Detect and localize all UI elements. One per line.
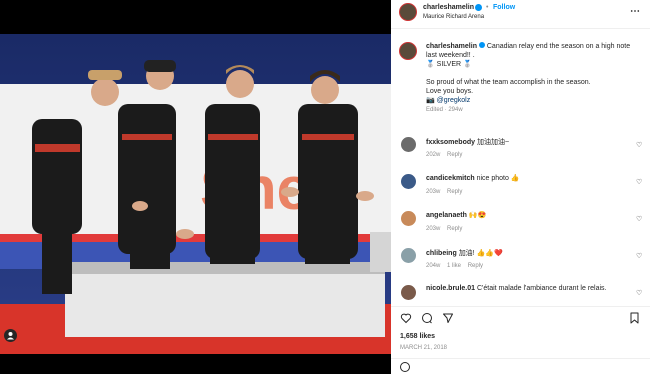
actions-divider (391, 306, 650, 307)
comment-avatar[interactable] (401, 211, 416, 226)
follow-button[interactable]: Follow (493, 4, 515, 11)
comment-reply[interactable]: Reply (447, 152, 462, 158)
comment-reply[interactable]: Reply (447, 189, 462, 195)
photo-scene: Shell (0, 34, 391, 354)
comment-text: C'était malade l'ambiance durant le rela… (476, 285, 607, 292)
comment-time[interactable]: 202w (426, 152, 440, 158)
comment-item: chlibeing 加油! 👍👍❤️ 204w 1 like Reply ♡ (391, 246, 650, 276)
comment-time[interactable]: 203w (426, 189, 440, 195)
comment-username[interactable]: fxxksomebody (426, 139, 475, 146)
post-side-panel: charleshamelin • Follow Maurice Richard … (391, 0, 650, 374)
comment-reply[interactable]: Reply (468, 263, 483, 269)
comment-icon[interactable] (421, 312, 433, 324)
caption-meta: Edited · 294w (426, 107, 463, 113)
emoji-icon[interactable] (400, 362, 410, 372)
add-comment-divider (391, 358, 650, 359)
caption-avatar[interactable] (399, 42, 417, 60)
save-icon[interactable] (629, 312, 640, 324)
camera-emoji: 📷 (426, 97, 435, 104)
caption-username[interactable]: charleshamelin (426, 43, 477, 50)
comment-item: fxxksomebody 加油加油~ 202w Reply ♡ (391, 135, 650, 165)
location-link[interactable]: Maurice Richard Arena (423, 14, 484, 20)
comment-avatar[interactable] (401, 285, 416, 300)
comment-like-icon[interactable]: ♡ (636, 289, 644, 297)
comment-username[interactable]: angelanaeth (426, 212, 467, 219)
header-dot: • (486, 4, 489, 11)
comment-like-icon[interactable]: ♡ (636, 141, 644, 149)
comment-time[interactable]: 204w (426, 263, 440, 269)
caption-line-3: So proud of what the team accomplish in … (426, 79, 591, 86)
comment-avatar[interactable] (401, 137, 416, 152)
comment-avatar[interactable] (401, 248, 416, 263)
share-icon[interactable] (442, 312, 454, 324)
comment-item: nicole.brule.01 C'était malade l'ambianc… (391, 283, 650, 303)
comment-username[interactable]: chlibeing (426, 250, 457, 257)
mention-link[interactable]: @gregkolz (437, 97, 471, 104)
author-username[interactable]: charleshamelin (423, 4, 474, 11)
comment-text: 加油! 👍👍❤️ (458, 250, 503, 257)
comment-like-icon[interactable]: ♡ (636, 178, 644, 186)
comment-time[interactable]: 203w (426, 226, 440, 232)
verified-icon (475, 4, 482, 11)
comment-text: 加油加油~ (476, 139, 510, 146)
add-comment-bar[interactable] (391, 362, 650, 374)
comment-item: candicekmitch nice photo 👍 203w Reply ♡ (391, 172, 650, 202)
comment-username[interactable]: nicole.brule.01 (426, 285, 475, 292)
post-date: MARCH 21, 2018 (400, 345, 448, 351)
likes-count[interactable]: 1,658 likes (400, 333, 435, 340)
caption-line-2: 🥈 SILVER 🥈 (426, 61, 472, 68)
comment-likes[interactable]: 1 like (447, 263, 461, 269)
author-avatar[interactable] (399, 3, 417, 21)
comment-like-icon[interactable]: ♡ (636, 252, 644, 260)
caption-line-4: Love you boys. (426, 88, 474, 95)
comment-username[interactable]: candicekmitch (426, 175, 475, 182)
action-bar (391, 310, 650, 330)
comment-avatar[interactable] (401, 174, 416, 189)
more-options-icon[interactable]: ⋯ (630, 6, 640, 17)
post-header: charleshamelin • Follow Maurice Richard … (391, 0, 650, 28)
comment-item: angelanaeth 🙌😍 203w Reply ♡ (391, 209, 650, 239)
heart-icon[interactable] (400, 312, 412, 324)
comment-text: 🙌😍 (468, 212, 487, 219)
caption: charleshamelin Canadian relay end the se… (391, 40, 650, 125)
comment-like-icon[interactable]: ♡ (636, 215, 644, 223)
caption-verified-icon (478, 42, 485, 48)
comment-reply[interactable]: Reply (447, 226, 462, 232)
tagged-user-icon[interactable] (4, 329, 17, 342)
comment-text: nice photo 👍 (476, 175, 520, 182)
header-divider (391, 28, 650, 29)
post-photo[interactable]: Shell (0, 34, 391, 354)
